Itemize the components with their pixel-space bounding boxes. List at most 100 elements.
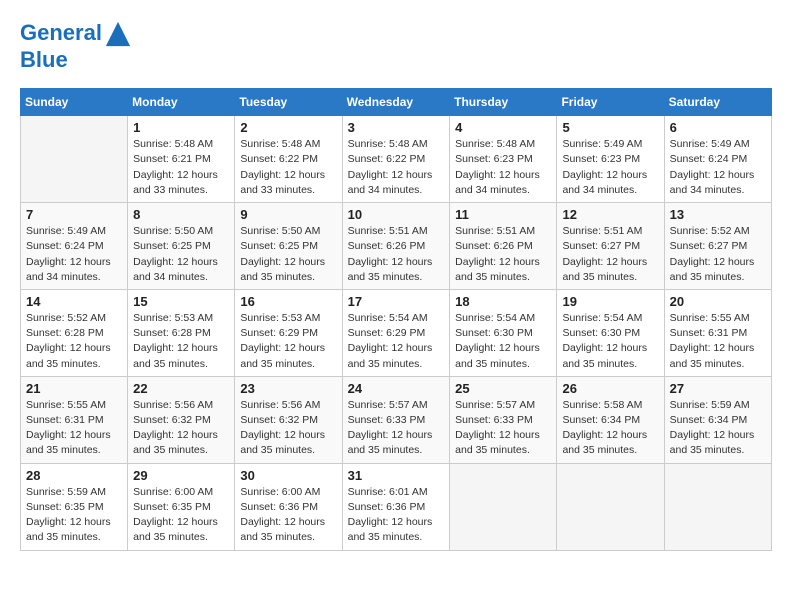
day-info: Sunrise: 5:55 AMSunset: 6:31 PMDaylight:… — [26, 398, 122, 459]
calendar-cell: 28 Sunrise: 5:59 AMSunset: 6:35 PMDayligh… — [21, 463, 128, 550]
day-info: Sunrise: 5:48 AMSunset: 6:22 PMDaylight:… — [348, 137, 445, 198]
calendar-cell: 7 Sunrise: 5:49 AMSunset: 6:24 PMDaylight… — [21, 203, 128, 290]
day-number: 17 — [348, 294, 445, 309]
day-number: 13 — [670, 207, 766, 222]
day-info: Sunrise: 5:56 AMSunset: 6:32 PMDaylight:… — [240, 398, 336, 459]
day-info: Sunrise: 5:58 AMSunset: 6:34 PMDaylight:… — [562, 398, 658, 459]
day-number: 10 — [348, 207, 445, 222]
calendar-cell: 11 Sunrise: 5:51 AMSunset: 6:26 PMDayligh… — [450, 203, 557, 290]
day-number: 12 — [562, 207, 658, 222]
day-info: Sunrise: 5:48 AMSunset: 6:22 PMDaylight:… — [240, 137, 336, 198]
day-info: Sunrise: 5:53 AMSunset: 6:29 PMDaylight:… — [240, 311, 336, 372]
day-info: Sunrise: 5:51 AMSunset: 6:27 PMDaylight:… — [562, 224, 658, 285]
logo: GeneralBlue — [20, 20, 132, 72]
day-number: 15 — [133, 294, 229, 309]
day-info: Sunrise: 5:56 AMSunset: 6:32 PMDaylight:… — [133, 398, 229, 459]
logo-text: GeneralBlue — [20, 20, 132, 72]
calendar-cell: 18 Sunrise: 5:54 AMSunset: 6:30 PMDayligh… — [450, 289, 557, 376]
day-number: 9 — [240, 207, 336, 222]
day-number: 11 — [455, 207, 551, 222]
day-number: 4 — [455, 120, 551, 135]
day-info: Sunrise: 6:00 AMSunset: 6:36 PMDaylight:… — [240, 485, 336, 546]
day-info: Sunrise: 5:59 AMSunset: 6:35 PMDaylight:… — [26, 485, 122, 546]
day-info: Sunrise: 5:55 AMSunset: 6:31 PMDaylight:… — [670, 311, 766, 372]
day-number: 30 — [240, 468, 336, 483]
calendar-cell: 23 Sunrise: 5:56 AMSunset: 6:32 PMDayligh… — [235, 376, 342, 463]
calendar-cell: 12 Sunrise: 5:51 AMSunset: 6:27 PMDayligh… — [557, 203, 664, 290]
day-info: Sunrise: 5:49 AMSunset: 6:24 PMDaylight:… — [670, 137, 766, 198]
day-number: 19 — [562, 294, 658, 309]
day-info: Sunrise: 5:53 AMSunset: 6:28 PMDaylight:… — [133, 311, 229, 372]
day-number: 6 — [670, 120, 766, 135]
day-number: 18 — [455, 294, 551, 309]
day-info: Sunrise: 6:00 AMSunset: 6:35 PMDaylight:… — [133, 485, 229, 546]
calendar-cell: 4 Sunrise: 5:48 AMSunset: 6:23 PMDaylight… — [450, 116, 557, 203]
day-number: 7 — [26, 207, 122, 222]
day-info: Sunrise: 5:52 AMSunset: 6:28 PMDaylight:… — [26, 311, 122, 372]
weekday-header-thursday: Thursday — [450, 89, 557, 116]
calendar-cell: 16 Sunrise: 5:53 AMSunset: 6:29 PMDayligh… — [235, 289, 342, 376]
day-info: Sunrise: 5:57 AMSunset: 6:33 PMDaylight:… — [455, 398, 551, 459]
calendar-table: SundayMondayTuesdayWednesdayThursdayFrid… — [20, 88, 772, 550]
day-number: 28 — [26, 468, 122, 483]
calendar-cell — [21, 116, 128, 203]
calendar-cell: 2 Sunrise: 5:48 AMSunset: 6:22 PMDaylight… — [235, 116, 342, 203]
calendar-cell: 10 Sunrise: 5:51 AMSunset: 6:26 PMDayligh… — [342, 203, 450, 290]
day-info: Sunrise: 5:54 AMSunset: 6:29 PMDaylight:… — [348, 311, 445, 372]
day-number: 24 — [348, 381, 445, 396]
calendar-cell: 13 Sunrise: 5:52 AMSunset: 6:27 PMDayligh… — [664, 203, 771, 290]
calendar-cell: 30 Sunrise: 6:00 AMSunset: 6:36 PMDayligh… — [235, 463, 342, 550]
day-number: 3 — [348, 120, 445, 135]
day-info: Sunrise: 5:48 AMSunset: 6:21 PMDaylight:… — [133, 137, 229, 198]
day-info: Sunrise: 5:51 AMSunset: 6:26 PMDaylight:… — [348, 224, 445, 285]
day-number: 8 — [133, 207, 229, 222]
day-info: Sunrise: 5:49 AMSunset: 6:23 PMDaylight:… — [562, 137, 658, 198]
day-info: Sunrise: 6:01 AMSunset: 6:36 PMDaylight:… — [348, 485, 445, 546]
day-info: Sunrise: 5:50 AMSunset: 6:25 PMDaylight:… — [133, 224, 229, 285]
day-number: 25 — [455, 381, 551, 396]
calendar-cell — [557, 463, 664, 550]
calendar-cell: 29 Sunrise: 6:00 AMSunset: 6:35 PMDayligh… — [128, 463, 235, 550]
day-number: 20 — [670, 294, 766, 309]
calendar-cell: 3 Sunrise: 5:48 AMSunset: 6:22 PMDaylight… — [342, 116, 450, 203]
weekday-header-sunday: Sunday — [21, 89, 128, 116]
calendar-cell: 14Sunrise: 5:52 AMSunset: 6:28 PMDayligh… — [21, 289, 128, 376]
weekday-header-friday: Friday — [557, 89, 664, 116]
calendar-cell: 8 Sunrise: 5:50 AMSunset: 6:25 PMDaylight… — [128, 203, 235, 290]
day-info: Sunrise: 5:54 AMSunset: 6:30 PMDaylight:… — [562, 311, 658, 372]
day-number: 5 — [562, 120, 658, 135]
calendar-cell: 9 Sunrise: 5:50 AMSunset: 6:25 PMDaylight… — [235, 203, 342, 290]
calendar-cell: 17 Sunrise: 5:54 AMSunset: 6:29 PMDayligh… — [342, 289, 450, 376]
day-number: 21 — [26, 381, 122, 396]
day-number: 27 — [670, 381, 766, 396]
day-info: Sunrise: 5:59 AMSunset: 6:34 PMDaylight:… — [670, 398, 766, 459]
day-number: 2 — [240, 120, 336, 135]
day-info: Sunrise: 5:51 AMSunset: 6:26 PMDaylight:… — [455, 224, 551, 285]
logo-icon — [104, 20, 132, 48]
weekday-header-monday: Monday — [128, 89, 235, 116]
day-info: Sunrise: 5:48 AMSunset: 6:23 PMDaylight:… — [455, 137, 551, 198]
calendar-cell: 25 Sunrise: 5:57 AMSunset: 6:33 PMDayligh… — [450, 376, 557, 463]
calendar-cell: 6 Sunrise: 5:49 AMSunset: 6:24 PMDaylight… — [664, 116, 771, 203]
weekday-header-wednesday: Wednesday — [342, 89, 450, 116]
calendar-cell: 1 Sunrise: 5:48 AMSunset: 6:21 PMDaylight… — [128, 116, 235, 203]
page-header: GeneralBlue — [20, 20, 772, 72]
calendar-cell: 20 Sunrise: 5:55 AMSunset: 6:31 PMDayligh… — [664, 289, 771, 376]
day-number: 26 — [562, 381, 658, 396]
calendar-cell: 31Sunrise: 6:01 AMSunset: 6:36 PMDayligh… — [342, 463, 450, 550]
calendar-cell: 27 Sunrise: 5:59 AMSunset: 6:34 PMDayligh… — [664, 376, 771, 463]
day-info: Sunrise: 5:57 AMSunset: 6:33 PMDaylight:… — [348, 398, 445, 459]
calendar-cell: 22Sunrise: 5:56 AMSunset: 6:32 PMDayligh… — [128, 376, 235, 463]
day-info: Sunrise: 5:50 AMSunset: 6:25 PMDaylight:… — [240, 224, 336, 285]
weekday-header-saturday: Saturday — [664, 89, 771, 116]
calendar-cell: 15 Sunrise: 5:53 AMSunset: 6:28 PMDayligh… — [128, 289, 235, 376]
calendar-cell: 5 Sunrise: 5:49 AMSunset: 6:23 PMDaylight… — [557, 116, 664, 203]
day-info: Sunrise: 5:49 AMSunset: 6:24 PMDaylight:… — [26, 224, 122, 285]
day-number: 29 — [133, 468, 229, 483]
calendar-cell: 19 Sunrise: 5:54 AMSunset: 6:30 PMDayligh… — [557, 289, 664, 376]
day-number: 23 — [240, 381, 336, 396]
day-info: Sunrise: 5:54 AMSunset: 6:30 PMDaylight:… — [455, 311, 551, 372]
day-number: 1 — [133, 120, 229, 135]
day-info: Sunrise: 5:52 AMSunset: 6:27 PMDaylight:… — [670, 224, 766, 285]
day-number: 16 — [240, 294, 336, 309]
